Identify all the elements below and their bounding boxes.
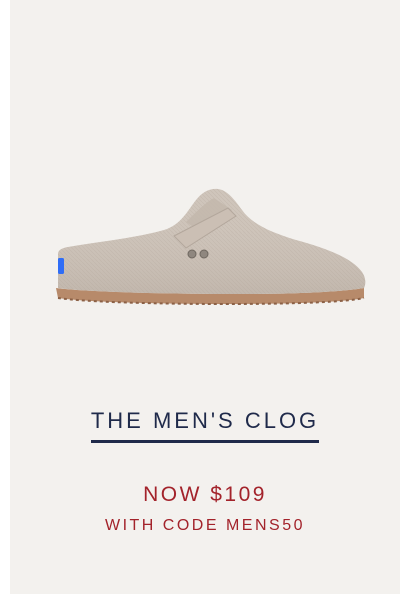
promo-card[interactable]: THE MEN'S CLOG NOW $109 WITH CODE MENS50 [10,0,400,594]
product-title-link[interactable]: THE MEN'S CLOG [10,408,400,443]
clog-shoe-image[interactable] [46,170,376,320]
product-title[interactable]: THE MEN'S CLOG [90,408,320,443]
promo-code-text: WITH CODE MENS50 [104,517,305,534]
heel-tab [58,258,64,274]
sale-price: NOW $109 [143,483,267,506]
rivet-2 [199,249,209,259]
rivet-1 [187,249,197,259]
